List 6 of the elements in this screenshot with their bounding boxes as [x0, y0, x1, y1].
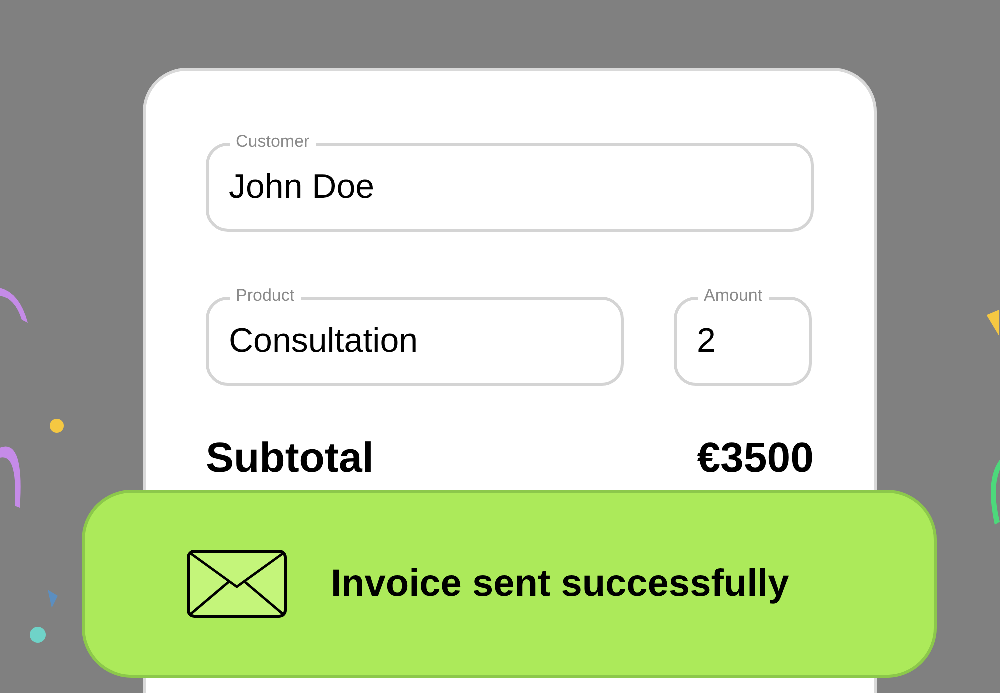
- subtotal-label: Subtotal: [206, 433, 374, 483]
- envelope-icon: [187, 550, 287, 618]
- confetti-icon: [986, 310, 1000, 336]
- toast-message: Invoice sent successfully: [331, 562, 790, 606]
- subtotal-value: €3500: [697, 433, 814, 483]
- confetti-icon: [989, 460, 1000, 525]
